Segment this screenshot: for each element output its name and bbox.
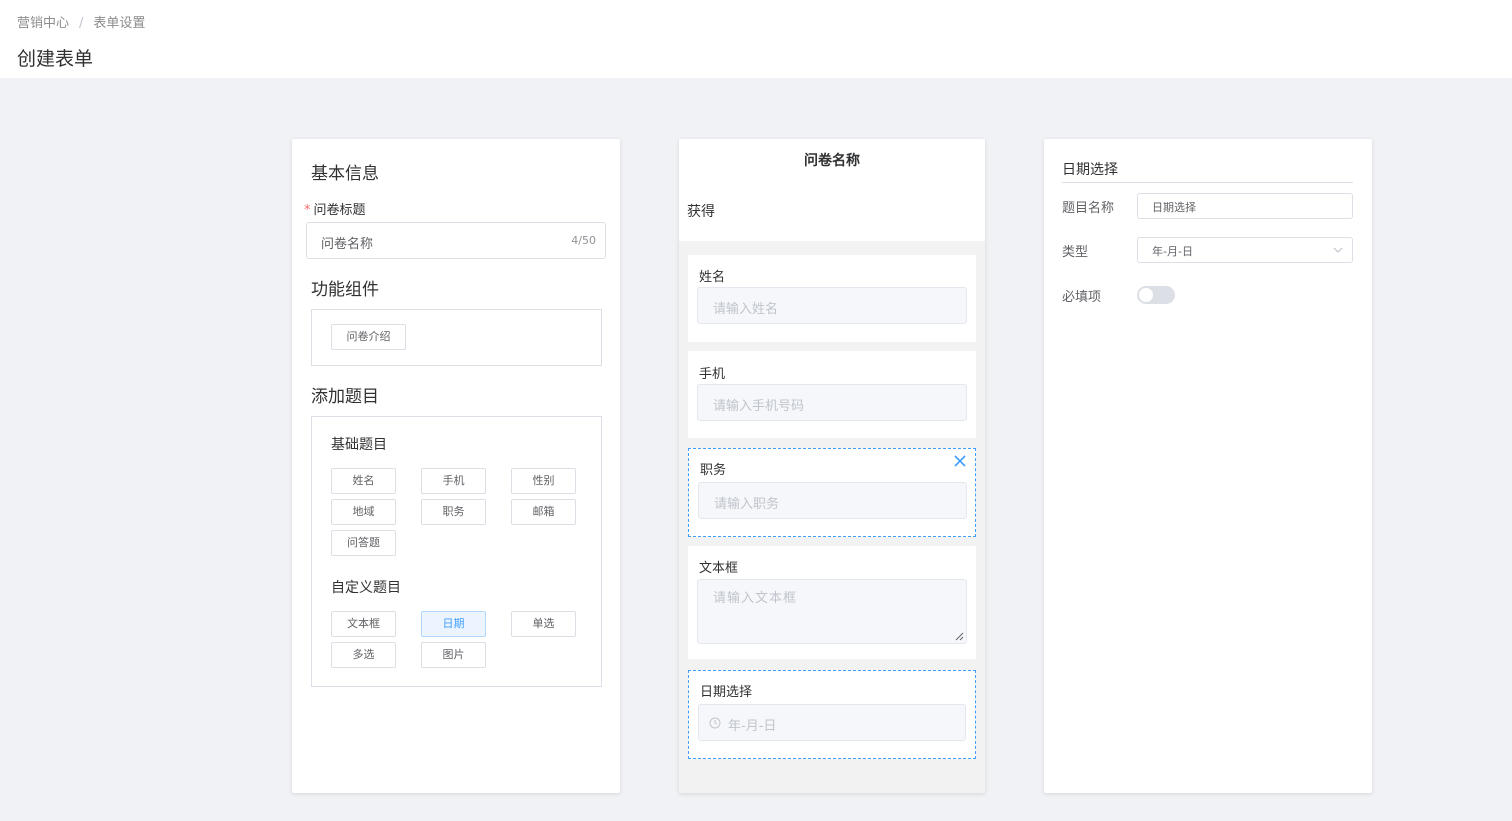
required-label: 必填项 — [1062, 290, 1102, 305]
question-position-button[interactable]: 职务 — [421, 499, 486, 525]
questionnaire-title-label: * 问卷标题 — [304, 203, 366, 218]
custom-multi-choice-button[interactable]: 多选 — [331, 642, 396, 668]
preview-questionnaire-name: 问卷名称 — [804, 153, 860, 169]
basic-info-title: 基本信息 — [311, 164, 379, 184]
preview-question-date[interactable]: 日期选择 年-月-日 — [688, 670, 976, 759]
page-title: 创建表单 — [17, 48, 94, 70]
type-label: 类型 — [1062, 245, 1089, 260]
custom-single-choice-button[interactable]: 单选 — [511, 611, 576, 637]
question-gender-button[interactable]: 性别 — [511, 468, 576, 494]
question-label: 日期选择 — [700, 685, 753, 700]
question-placeholder: 请输入职务 — [714, 497, 780, 512]
breadcrumb: 营销中心 / 表单设置 — [17, 12, 145, 31]
question-placeholder: 请输入文本框 — [713, 591, 798, 606]
basic-questions-title: 基础题目 — [331, 437, 387, 453]
preview-panel: 问卷名称 获得 姓名 请输入姓名 手机 请输入手机号码 职务 请输入职务 文本框… — [679, 139, 985, 793]
component-intro-button[interactable]: 问卷介绍 — [331, 324, 406, 350]
custom-date-button[interactable]: 日期 — [421, 611, 486, 637]
add-questions-box: 基础题目 姓名 手机 性别 地域 职务 邮箱 问答题 自定义题目 文本框 日期 … — [311, 416, 602, 687]
question-name-button[interactable]: 姓名 — [331, 468, 396, 494]
top-bar: 营销中心 / 表单设置 创建表单 — [0, 0, 1512, 78]
question-region-button[interactable]: 地域 — [331, 499, 396, 525]
required-asterisk: * — [304, 203, 311, 218]
type-select[interactable]: 年-月-日 — [1137, 237, 1353, 263]
preview-intro-text: 获得 — [687, 204, 715, 220]
toggle-knob — [1139, 288, 1153, 302]
date-input[interactable]: 年-月-日 — [698, 704, 966, 741]
close-icon[interactable] — [952, 453, 968, 469]
function-components-box: 问卷介绍 — [311, 309, 602, 366]
breadcrumb-separator: / — [79, 16, 84, 31]
config-panel: 基本信息 * 问卷标题 问卷名称 4/50 功能组件 问卷介绍 添加题目 基础题目… — [292, 139, 620, 793]
question-name-input[interactable]: 日期选择 — [1137, 193, 1353, 219]
type-value: 年-月-日 — [1152, 245, 1193, 258]
breadcrumb-current: 表单设置 — [93, 16, 146, 31]
question-textarea[interactable]: 请输入文本框 — [697, 579, 967, 644]
settings-panel: 日期选择 题目名称 日期选择 类型 年-月-日 必填项 — [1044, 139, 1372, 793]
questionnaire-title-value: 问卷名称 — [321, 237, 374, 252]
preview-question-textbox[interactable]: 文本框 请输入文本框 — [688, 546, 976, 659]
question-placeholder: 请输入姓名 — [713, 302, 779, 317]
question-label: 姓名 — [699, 270, 726, 285]
question-qa-button[interactable]: 问答题 — [331, 530, 396, 556]
required-toggle[interactable] — [1137, 286, 1175, 304]
custom-textbox-button[interactable]: 文本框 — [331, 611, 396, 637]
settings-title: 日期选择 — [1062, 162, 1118, 178]
breadcrumb-root[interactable]: 营销中心 — [17, 16, 69, 31]
question-label: 文本框 — [699, 561, 739, 576]
question-email-button[interactable]: 邮箱 — [511, 499, 576, 525]
question-label: 职务 — [700, 463, 727, 478]
custom-image-button[interactable]: 图片 — [421, 642, 486, 668]
preview-header: 问卷名称 获得 — [679, 139, 985, 241]
question-placeholder: 请输入手机号码 — [713, 399, 805, 414]
question-input[interactable]: 请输入手机号码 — [697, 384, 967, 421]
settings-divider — [1062, 182, 1353, 183]
char-count: 4/50 — [571, 234, 596, 247]
preview-question-phone[interactable]: 手机 请输入手机号码 — [688, 351, 976, 438]
question-placeholder: 年-月-日 — [728, 719, 777, 734]
custom-questions-title: 自定义题目 — [331, 580, 401, 596]
question-phone-button[interactable]: 手机 — [421, 468, 486, 494]
question-label: 手机 — [699, 367, 726, 382]
question-input[interactable]: 请输入职务 — [698, 482, 967, 519]
resize-handle-icon[interactable] — [954, 631, 964, 641]
question-input[interactable]: 请输入姓名 — [697, 287, 967, 324]
question-name-value: 日期选择 — [1152, 201, 1196, 214]
preview-question-position[interactable]: 职务 请输入职务 — [688, 448, 976, 537]
function-components-title: 功能组件 — [311, 280, 379, 300]
clock-icon — [709, 717, 721, 729]
add-questions-title: 添加题目 — [311, 387, 379, 407]
chevron-down-icon — [1333, 247, 1343, 253]
question-name-label: 题目名称 — [1062, 201, 1115, 216]
preview-question-name[interactable]: 姓名 请输入姓名 — [688, 255, 976, 342]
questionnaire-title-input[interactable]: 问卷名称 4/50 — [306, 222, 606, 259]
